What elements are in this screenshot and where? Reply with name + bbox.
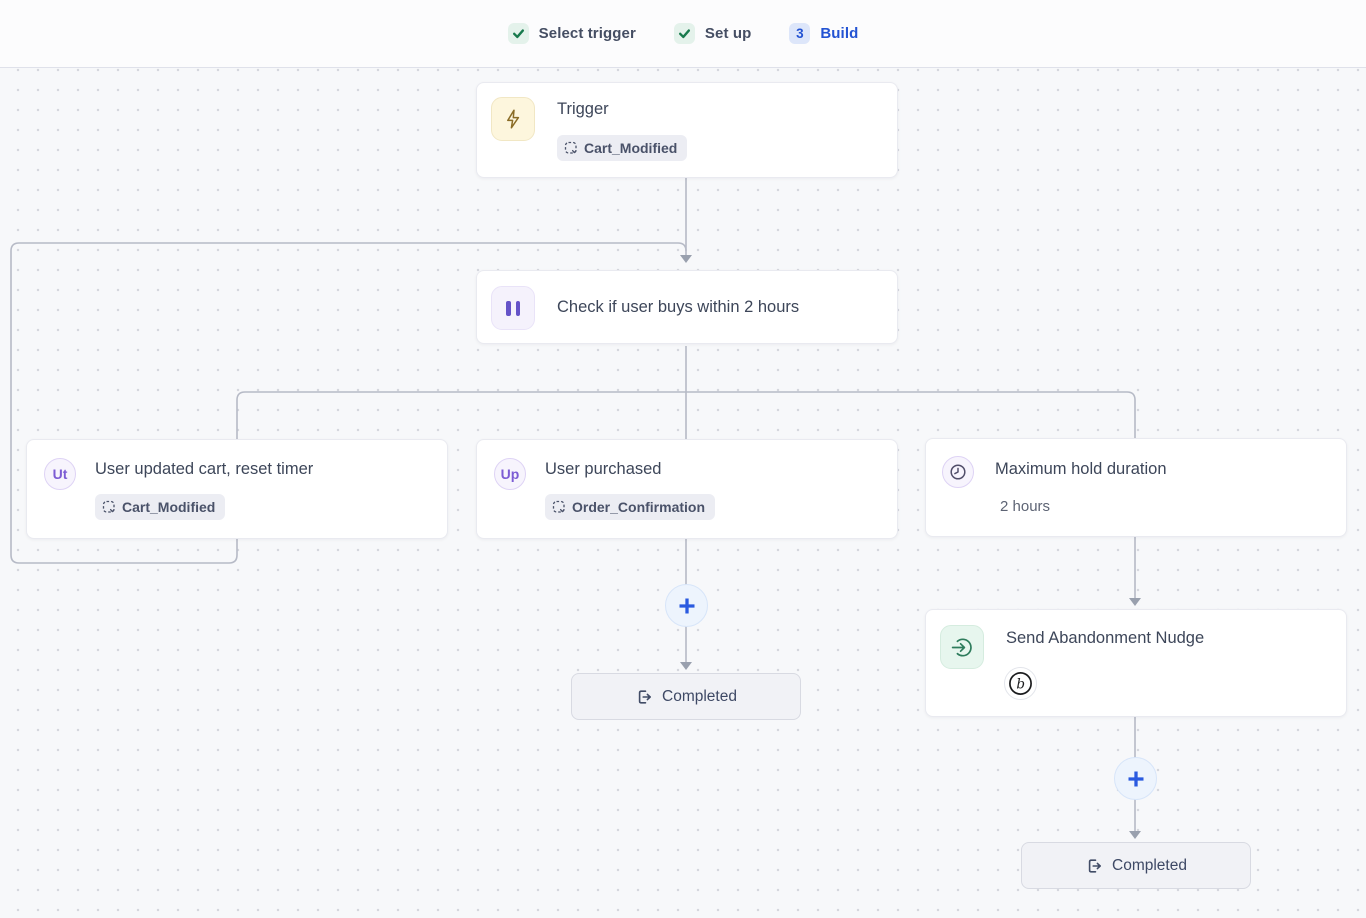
branch-event-tag: Order_Confirmation — [545, 494, 715, 520]
terminal-completed-center[interactable]: Completed — [571, 673, 801, 720]
branch-badge: Ut — [44, 458, 76, 490]
event-dashed-square-icon — [102, 500, 116, 514]
node-title: User purchased — [545, 460, 661, 479]
node-title: Trigger — [557, 100, 609, 119]
plus-icon — [677, 596, 697, 616]
tag-label: Order_Confirmation — [572, 499, 705, 515]
node-trigger[interactable]: Trigger Cart_Modified — [476, 82, 898, 178]
node-title: Maximum hold duration — [995, 460, 1167, 479]
node-send-nudge[interactable]: Send Abandonment Nudge b — [925, 609, 1347, 717]
hold-duration-value: 2 hours — [1000, 498, 1050, 515]
node-title: Check if user buys within 2 hours — [557, 298, 799, 317]
step-label: Set up — [705, 25, 751, 42]
event-dashed-square-icon — [552, 500, 566, 514]
tag-label: Cart_Modified — [584, 140, 677, 156]
node-check-wait[interactable]: Check if user buys within 2 hours — [476, 270, 898, 344]
tag-label: Cart_Modified — [122, 499, 215, 515]
lightning-icon — [491, 97, 535, 141]
terminal-completed-right[interactable]: Completed — [1021, 842, 1251, 889]
pause-icon — [491, 286, 535, 330]
clock-icon — [942, 456, 974, 488]
exit-icon — [1085, 857, 1103, 875]
step-build[interactable]: 3 Build — [789, 23, 858, 44]
build-steps-bar: Select trigger Set up 3 Build — [0, 0, 1366, 68]
braze-monogram: b — [1016, 676, 1025, 692]
node-title: User updated cart, reset timer — [95, 460, 313, 479]
exit-icon — [635, 688, 653, 706]
plus-icon — [1126, 769, 1146, 789]
add-step-button-center[interactable] — [665, 584, 708, 627]
step-set-up[interactable]: Set up — [674, 23, 751, 44]
node-max-hold[interactable]: Maximum hold duration 2 hours — [925, 438, 1347, 537]
trigger-event-tag: Cart_Modified — [557, 135, 687, 161]
node-title: Send Abandonment Nudge — [1006, 629, 1204, 648]
terminal-label: Completed — [662, 688, 737, 706]
terminal-label: Completed — [1112, 857, 1187, 875]
check-icon — [508, 23, 529, 44]
step-label: Build — [820, 25, 858, 42]
node-user-purchased[interactable]: Up User purchased Order_Confirmation — [476, 439, 898, 539]
branch-badge: Up — [494, 458, 526, 490]
step-select-trigger[interactable]: Select trigger — [508, 23, 636, 44]
branch-event-tag: Cart_Modified — [95, 494, 225, 520]
add-step-button-right[interactable] — [1114, 757, 1157, 800]
sign-in-icon — [940, 625, 984, 669]
step-number-badge: 3 — [789, 23, 810, 44]
step-label: Select trigger — [539, 25, 636, 42]
node-reset-timer[interactable]: Ut User updated cart, reset timer Cart_M… — [26, 439, 448, 539]
braze-logo: b — [1004, 667, 1037, 700]
check-icon — [674, 23, 695, 44]
event-dashed-square-icon — [564, 141, 578, 155]
